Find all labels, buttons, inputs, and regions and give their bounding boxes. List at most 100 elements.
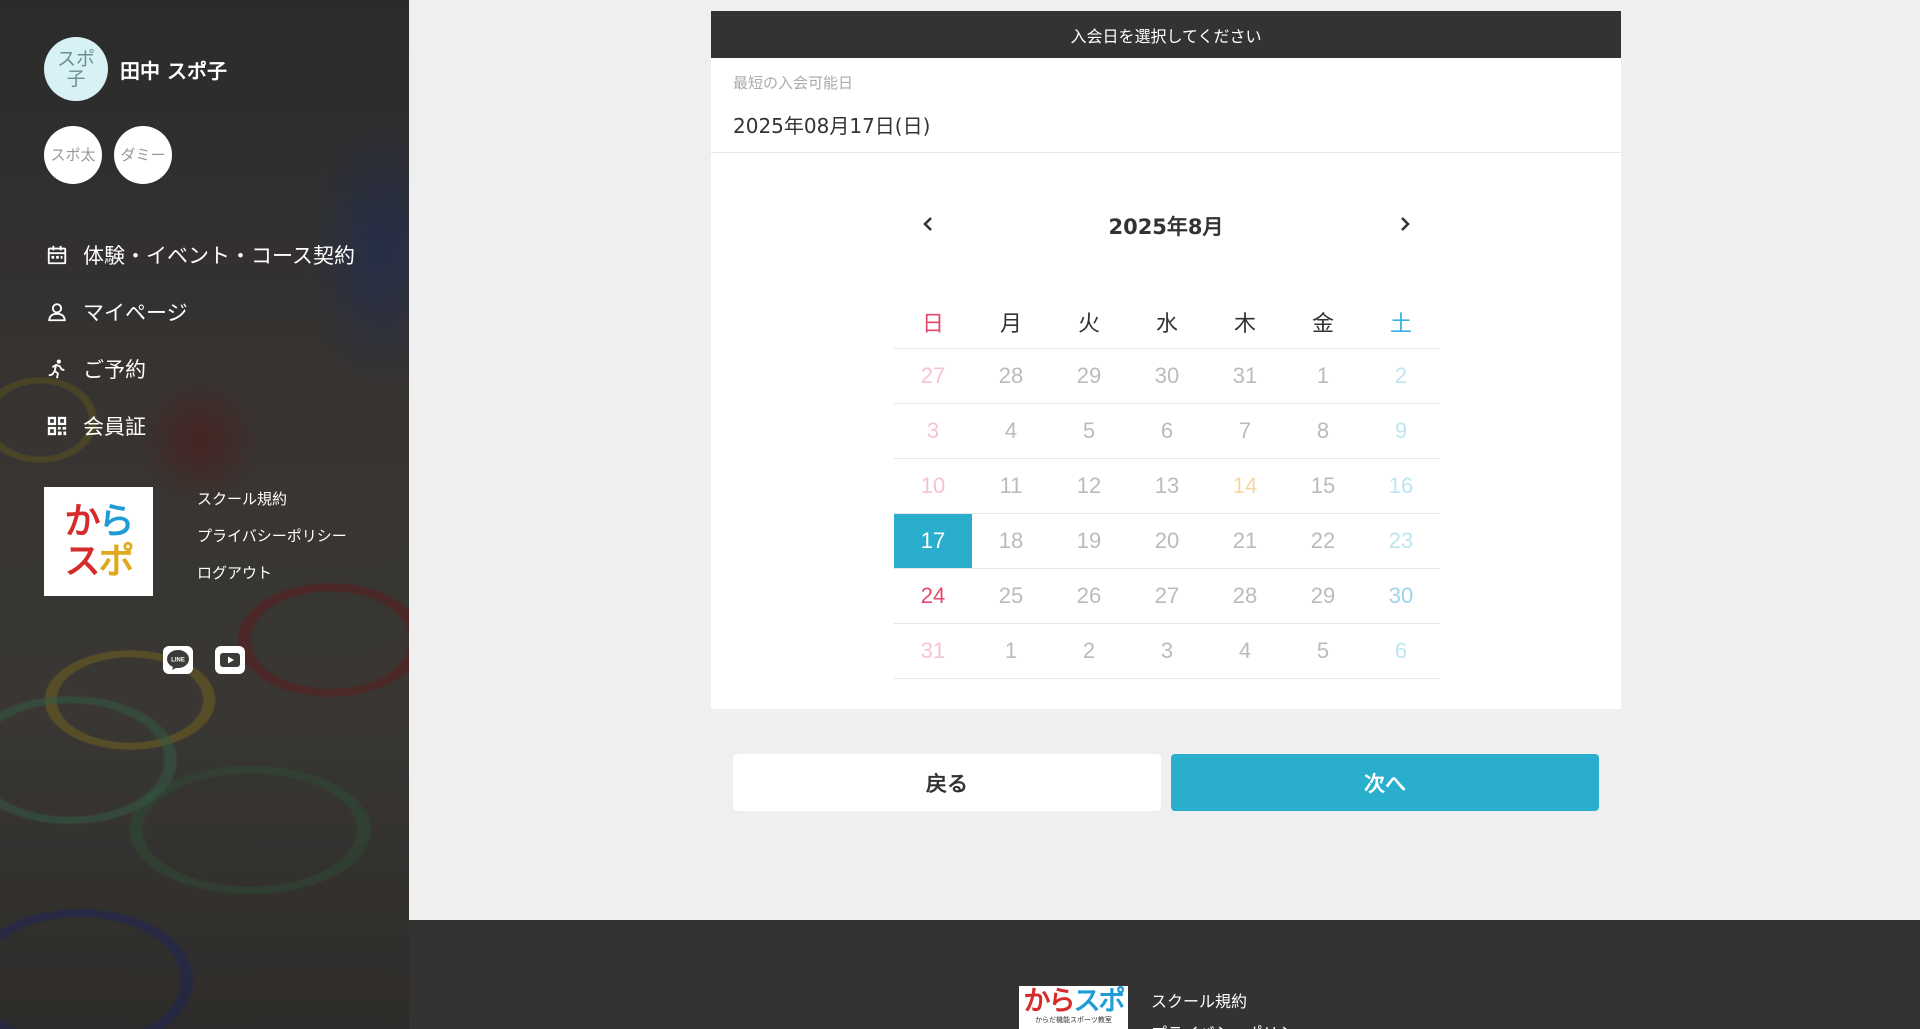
calendar-day[interactable]: 9 (1362, 404, 1440, 458)
calendar-day[interactable]: 19 (1050, 514, 1128, 568)
sidebar-item-label: 会員証 (83, 414, 146, 439)
calendar-day[interactable]: 1 (1284, 349, 1362, 403)
calendar-day[interactable]: 1 (972, 624, 1050, 678)
calendar-day[interactable]: 2 (1362, 349, 1440, 403)
calendar-week: 10 11 12 13 14 15 16 (894, 459, 1440, 514)
weekday-label: 水 (1155, 311, 1178, 336)
sidebar-item-label: マイページ (83, 300, 188, 325)
calendar-day[interactable]: 31 (894, 624, 972, 678)
earliest-date-label: 最短の入会可能日 (733, 74, 854, 92)
calendar-day[interactable]: 2 (1050, 624, 1128, 678)
sidebar-item-mypage[interactable]: マイページ (46, 283, 355, 340)
calendar-day[interactable]: 15 (1284, 459, 1362, 513)
footer-school-rules-link[interactable]: スクール規約 (1151, 988, 1247, 1012)
school-rules-link[interactable]: スクール規約 (197, 487, 347, 524)
calendar-day[interactable]: 5 (1050, 404, 1128, 458)
divider (711, 152, 1621, 153)
sidebar-item-label: 体験・イベント・コース契約 (83, 243, 355, 268)
user-profile[interactable]: スポ子 田中 スポ子 (44, 37, 227, 101)
calendar-day[interactable]: 20 (1128, 514, 1206, 568)
next-month-button[interactable] (1391, 210, 1419, 238)
weekday-label: 火 (1077, 311, 1100, 336)
footer-logo-subtitle: からだ機能スポーツ教室 (1035, 1016, 1112, 1024)
calendar-day[interactable]: 11 (972, 459, 1050, 513)
calendar-day[interactable]: 21 (1206, 514, 1284, 568)
footer-privacy-policy-link[interactable]: プライバシーポリシー (1151, 1020, 1311, 1029)
calendar-day[interactable]: 23 (1362, 514, 1440, 568)
weekday-label: 日 (921, 311, 944, 336)
calendar-day[interactable]: 22 (1284, 514, 1362, 568)
family-avatars: スポ太 ダミー (44, 126, 172, 184)
calendar-day[interactable]: 28 (972, 349, 1050, 403)
calendar-day[interactable]: 29 (1284, 569, 1362, 623)
calendar-day[interactable]: 5 (1284, 624, 1362, 678)
calendar-day[interactable]: 6 (1362, 624, 1440, 678)
calendar-day[interactable]: 18 (972, 514, 1050, 568)
calendar-week: 3456789 (894, 404, 1440, 459)
youtube-icon[interactable] (215, 646, 245, 674)
calendar-day[interactable]: 28 (1206, 569, 1284, 623)
family-avatar[interactable]: ダミー (114, 126, 172, 184)
calendar-day[interactable]: 14 (1206, 459, 1284, 513)
sidebar-item-label: ご予約 (83, 357, 146, 382)
calendar-day[interactable]: 27 (894, 349, 972, 403)
calendar-day[interactable]: 25 (972, 569, 1050, 623)
calendar-week: 24 25 26 27 28 29 30 (894, 569, 1440, 624)
footer-logo[interactable]: からスポ からだ機能スポーツ教室 (1019, 986, 1128, 1029)
join-date-card: 最短の入会可能日 2025年08月17日(日) 2025年8月 日 月 火 水 … (711, 58, 1621, 709)
next-button[interactable]: 次へ (1171, 754, 1599, 811)
calendar-day[interactable]: 3 (1128, 624, 1206, 678)
calendar-day[interactable]: 30 (1362, 569, 1440, 623)
calendar-day[interactable]: 7 (1206, 404, 1284, 458)
weekday-label: 金 (1311, 311, 1334, 336)
logo-line-2: スポ (64, 540, 134, 582)
weekday-header: 日 月 火 水 木 金 土 (894, 296, 1440, 349)
sidebar-item-member-card[interactable]: 会員証 (46, 397, 355, 454)
privacy-policy-link[interactable]: プライバシーポリシー (197, 524, 347, 561)
calendar-day[interactable]: 3 (894, 404, 972, 458)
footer: からスポ からだ機能スポーツ教室 スクール規約 プライバシーポリシー (409, 920, 1920, 1029)
calendar-day[interactable]: 24 (894, 569, 972, 623)
calendar-week: 31 1 2 3 4 5 6 (894, 624, 1440, 679)
sidebar-item-contract[interactable]: 体験・イベント・コース契約 (46, 226, 355, 283)
line-icon[interactable]: LINE (163, 646, 193, 674)
calendar-day[interactable]: 26 (1050, 569, 1128, 623)
calendar-day[interactable]: 31 (1206, 349, 1284, 403)
person-icon (48, 302, 66, 321)
logo-line-1: から (64, 500, 134, 542)
brand-logo[interactable]: から スポ (44, 487, 153, 596)
calendar-day[interactable]: 29 (1050, 349, 1128, 403)
sidebar-item-reservation[interactable]: ご予約 (46, 340, 355, 397)
calendar-day[interactable]: 27 (1128, 569, 1206, 623)
calendar-day[interactable]: 10 (894, 459, 972, 513)
calendar-day[interactable]: 16 (1362, 459, 1440, 513)
logout-link[interactable]: ログアウト (197, 561, 347, 598)
calendar-week: 27 28 29 30 31 1 2 (894, 349, 1440, 404)
back-button[interactable]: 戻る (733, 754, 1161, 811)
calendar-header: 2025年8月 (711, 208, 1621, 240)
earliest-date-value: 2025年08月17日(日) (733, 114, 931, 138)
weekday-label: 土 (1389, 311, 1412, 336)
calendar-day[interactable]: 8 (1284, 404, 1362, 458)
svg-text:LINE: LINE (171, 658, 185, 664)
user-name: 田中 スポ子 (120, 58, 227, 83)
sidebar: スポ子 田中 スポ子 スポ太 ダミー 体験・イベント・コース契約 マイページ ご… (0, 0, 409, 1029)
calendar-day[interactable]: 13 (1128, 459, 1206, 513)
calendar-day[interactable]: 12 (1050, 459, 1128, 513)
calendar-icon (47, 245, 67, 264)
social-links: LINE (163, 646, 245, 674)
running-icon (48, 359, 65, 378)
sidebar-links: スクール規約 プライバシーポリシー ログアウト (197, 487, 347, 598)
calendar-day-selected[interactable]: 17 (894, 514, 972, 568)
family-avatar[interactable]: スポ太 (44, 126, 102, 184)
sidebar-nav: 体験・イベント・コース契約 マイページ ご予約 会員証 (46, 226, 355, 454)
calendar-weeks: 27 28 29 30 31 1 2 3 4 5 6 7 8 9 10 11 12 13 14 15 16 17 18 19 2… (894, 349, 1440, 679)
calendar-day[interactable]: 30 (1128, 349, 1206, 403)
qr-code-icon (47, 416, 67, 435)
calendar-day[interactable]: 4 (1206, 624, 1284, 678)
calendar-day[interactable]: 6 (1128, 404, 1206, 458)
calendar-month-title: 2025年8月 (1108, 215, 1224, 239)
avatar[interactable]: スポ子 (44, 37, 108, 101)
calendar-week: 17 18 19 20 21 22 23 (894, 514, 1440, 569)
calendar-day[interactable]: 4 (972, 404, 1050, 458)
